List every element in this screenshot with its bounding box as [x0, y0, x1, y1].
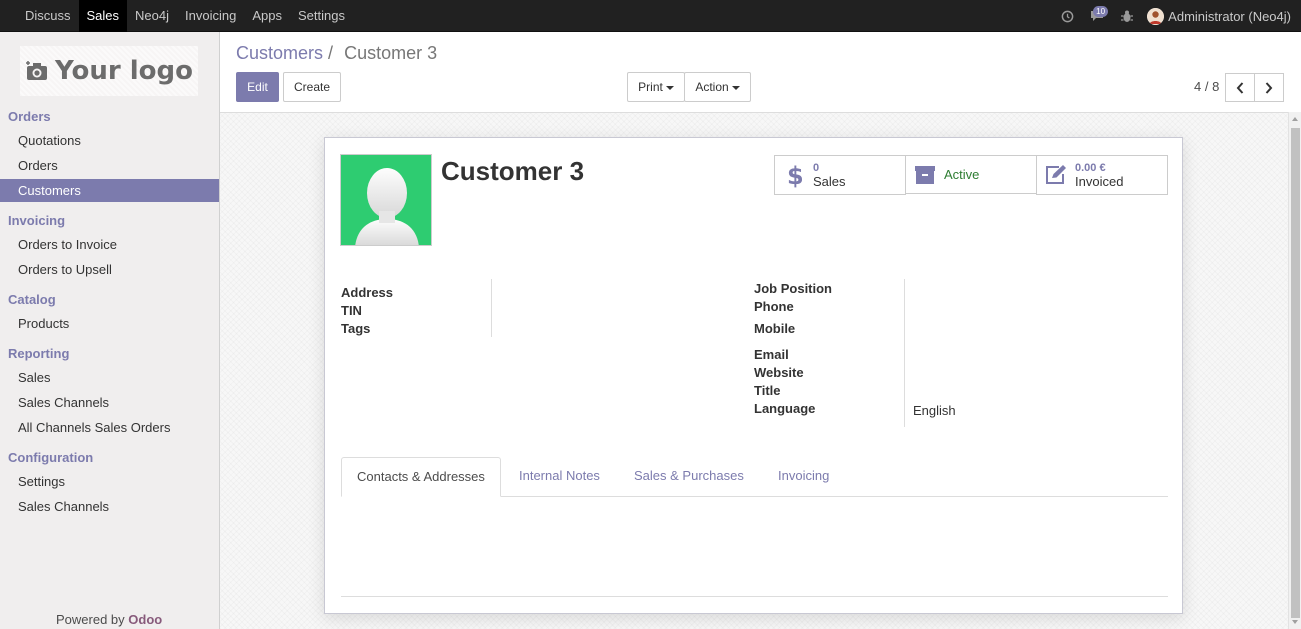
debug-bug-icon[interactable] — [1113, 0, 1141, 32]
scrollbar-thumb[interactable] — [1291, 128, 1300, 618]
user-menu[interactable]: Administrator (Neo4j) — [1141, 7, 1301, 25]
sidebar-item-orders-to-upsell[interactable]: Orders to Upsell — [0, 258, 219, 281]
edit-button[interactable]: Edit — [236, 72, 279, 102]
language-label: Language — [754, 401, 816, 416]
tags-label: Tags — [341, 321, 371, 336]
active-label: Active — [944, 166, 980, 182]
menu-neo4j[interactable]: Neo4j — [127, 0, 177, 32]
systray: 10 Administrator (Neo4j) — [1053, 0, 1301, 32]
placeholder-person-icon — [355, 168, 419, 245]
job-position-label: Job Position — [754, 281, 832, 296]
section-reporting: Reporting — [8, 346, 70, 361]
tab-sales-purchases[interactable]: Sales & Purchases — [619, 457, 759, 496]
pager-value[interactable]: 4 / 8 — [1194, 79, 1219, 94]
activity-clock-icon[interactable] — [1053, 0, 1081, 32]
tab-invoicing[interactable]: Invoicing — [763, 457, 844, 496]
breadcrumb-separator: / — [328, 43, 334, 63]
invoiced-amount: 0.00 € — [1075, 162, 1106, 174]
menu-settings[interactable]: Settings — [290, 0, 353, 32]
action-dropdown[interactable]: Action — [684, 72, 751, 102]
tin-label: TIN — [341, 303, 362, 318]
pager-next-button[interactable] — [1254, 73, 1284, 102]
top-navbar: Discuss Sales Neo4j Invoicing Apps Setti… — [0, 0, 1301, 32]
field-divider — [491, 279, 492, 337]
tab-internal-notes[interactable]: Internal Notes — [504, 457, 615, 496]
address-label: Address — [341, 285, 394, 300]
section-configuration: Configuration — [8, 450, 94, 465]
camera-icon — [26, 61, 48, 80]
sidebar-item-customers[interactable]: Customers — [0, 179, 219, 202]
caret-down-icon — [731, 85, 740, 90]
section-invoicing: Invoicing — [8, 213, 66, 228]
sales-count: 0 — [813, 162, 820, 174]
active-toggle-button[interactable]: Active — [905, 155, 1037, 194]
chevron-left-icon — [1236, 81, 1244, 94]
sidebar: Your logo Orders Quotations Orders Custo… — [0, 32, 220, 629]
notebook-tabs: Contacts & Addresses Internal Notes Sale… — [341, 457, 1168, 497]
company-logo: Your logo — [20, 46, 198, 96]
archive-box-icon — [906, 156, 944, 194]
sidebar-item-config-sales-channels[interactable]: Sales Channels — [0, 495, 219, 518]
menu-apps[interactable]: Apps — [244, 0, 290, 32]
odoo-link[interactable]: Odoo — [128, 612, 162, 627]
sidebar-item-products[interactable]: Products — [0, 312, 219, 335]
svg-text:$: $ — [787, 162, 802, 188]
powered-by: Powered by Odoo — [56, 612, 162, 627]
customer-avatar[interactable] — [340, 154, 432, 246]
action-label: Action — [695, 80, 729, 94]
pager-previous-button[interactable] — [1225, 73, 1255, 102]
breadcrumb-customers[interactable]: Customers — [236, 43, 323, 63]
tab-contacts-addresses[interactable]: Contacts & Addresses — [341, 457, 501, 497]
print-dropdown[interactable]: Print — [627, 72, 685, 102]
menu-discuss[interactable]: Discuss — [17, 0, 79, 32]
vertical-scrollbar[interactable] — [1288, 112, 1301, 629]
print-label: Print — [638, 80, 663, 94]
sales-label: Sales — [813, 174, 846, 189]
menu-invoicing[interactable]: Invoicing — [177, 0, 244, 32]
menu-sales[interactable]: Sales — [78, 0, 128, 32]
record-title: Customer 3 — [441, 156, 585, 186]
sidebar-item-all-channels-sales-orders[interactable]: All Channels Sales Orders — [0, 416, 219, 439]
mobile-label: Mobile — [754, 321, 796, 336]
sidebar-item-orders-to-invoice[interactable]: Orders to Invoice — [0, 233, 219, 256]
sidebar-item-orders[interactable]: Orders — [0, 154, 219, 177]
invoiced-smart-button[interactable]: 0.00 € Invoiced — [1036, 155, 1168, 195]
logo-text: Your logo — [55, 56, 193, 86]
sales-smart-button[interactable]: $ 0 Sales — [774, 155, 906, 195]
message-count-badge: 10 — [1093, 6, 1109, 17]
field-divider — [904, 279, 905, 427]
user-avatar — [1147, 7, 1165, 25]
create-button[interactable]: Create — [283, 72, 341, 102]
phone-label: Phone — [754, 299, 794, 314]
breadcrumb-current: Customer 3 — [344, 43, 438, 63]
user-name: Administrator (Neo4j) — [1168, 8, 1291, 24]
scroll-up-icon[interactable] — [1292, 117, 1298, 121]
scroll-down-icon[interactable] — [1292, 620, 1298, 624]
title-label: Title — [754, 383, 781, 398]
edit-pencil-square-icon — [1037, 156, 1075, 194]
sidebar-item-sales-channels[interactable]: Sales Channels — [0, 391, 219, 414]
section-orders: Orders — [8, 109, 51, 124]
app-menu: Discuss Sales Neo4j Invoicing Apps Setti… — [17, 0, 353, 32]
form-sheet: Customer 3 $ 0 Sales Active 0.00 € Invoi… — [324, 137, 1183, 614]
sidebar-item-settings[interactable]: Settings — [0, 470, 219, 493]
tab-content-divider — [341, 596, 1168, 597]
dollar-icon: $ — [775, 156, 813, 194]
chevron-right-icon — [1265, 81, 1273, 94]
invoiced-label: Invoiced — [1075, 174, 1124, 189]
sidebar-item-quotations[interactable]: Quotations — [0, 129, 219, 152]
website-label: Website — [754, 365, 804, 380]
messaging-menu[interactable]: 10 — [1081, 0, 1113, 32]
powered-by-prefix: Powered by — [56, 612, 125, 627]
email-label: Email — [754, 347, 789, 362]
sidebar-item-sales[interactable]: Sales — [0, 366, 219, 389]
section-catalog: Catalog — [8, 292, 56, 307]
breadcrumb: Customers / Customer 3 — [236, 43, 437, 64]
language-value[interactable]: English — [913, 403, 956, 418]
caret-down-icon — [665, 85, 674, 90]
